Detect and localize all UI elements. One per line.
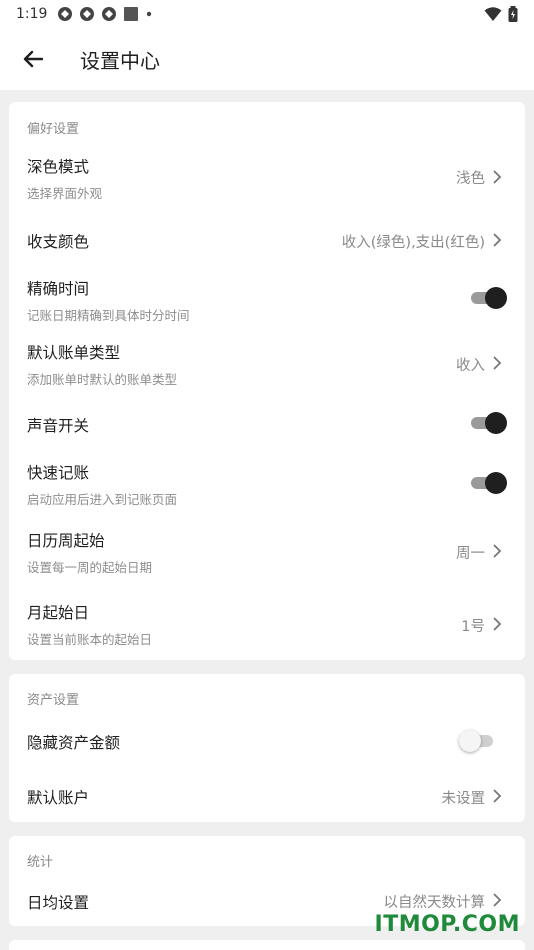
chevron-right-icon <box>493 544 502 558</box>
back-button[interactable] <box>18 44 48 74</box>
chevron-right-icon <box>493 170 502 184</box>
app-notification-icon <box>80 7 95 21</box>
setting-subtitle: 设置当前账本的起始日 <box>27 632 153 647</box>
setting-hide-asset-amount[interactable]: 隐藏资产金额 <box>9 714 525 766</box>
status-bar: 1:19 <box>0 0 534 28</box>
app-notification-icon <box>102 7 117 21</box>
setting-label: 精确时间 <box>27 280 90 298</box>
hide-asset-amount-toggle[interactable] <box>459 729 497 753</box>
setting-default-account[interactable]: 默认账户 未设置 <box>9 770 525 822</box>
setting-value: 收入 <box>456 358 485 374</box>
setting-label: 默认账户 <box>27 789 90 807</box>
setting-value: 未设置 <box>441 791 486 807</box>
section-title-assets: 资产设置 <box>27 693 80 708</box>
setting-label: 快速记账 <box>27 464 90 482</box>
setting-default-bill-type[interactable]: 默认账单类型 添加账单时默认的账单类型 收入 <box>9 330 525 394</box>
chevron-right-icon <box>493 789 502 803</box>
setting-sound[interactable]: 声音开关 <box>9 396 525 448</box>
setting-subtitle: 选择界面外观 <box>27 186 103 201</box>
setting-quick-bookkeeping[interactable]: 快速记账 启动应用后进入到记账页面 <box>9 450 525 514</box>
arrow-left-icon <box>23 50 43 68</box>
setting-label: 日均设置 <box>27 894 90 912</box>
setting-label: 日历周起始 <box>27 532 105 550</box>
setting-value: 收入(绿色),支出(红色) <box>341 235 485 251</box>
setting-label: 默认账单类型 <box>27 344 121 362</box>
section-title-stats: 统计 <box>27 855 54 870</box>
chevron-right-icon <box>493 233 502 247</box>
precise-time-toggle[interactable] <box>469 286 507 310</box>
setting-subtitle: 启动应用后进入到记账页面 <box>27 492 178 507</box>
chevron-right-icon <box>493 356 502 370</box>
setting-subtitle: 设置每一周的起始日期 <box>27 560 153 575</box>
setting-label: 声音开关 <box>27 417 90 435</box>
status-time: 1:19 <box>16 6 48 22</box>
page-title: 设置中心 <box>80 48 160 73</box>
setting-value: 周一 <box>456 546 485 562</box>
notification-icons <box>57 6 153 22</box>
setting-value: 1号 <box>461 619 485 635</box>
wifi-icon <box>484 7 502 21</box>
chevron-right-icon <box>493 617 502 631</box>
chevron-right-icon <box>493 893 502 907</box>
watermark: ITMOP.COM <box>374 912 520 937</box>
setting-label: 收支颜色 <box>27 233 90 251</box>
app-bar: 设置中心 <box>0 28 534 90</box>
battery-icon <box>508 6 518 22</box>
square-notification-icon <box>124 7 139 21</box>
setting-dark-mode[interactable]: 深色模式 选择界面外观 浅色 <box>9 142 525 206</box>
sound-toggle[interactable] <box>469 411 507 435</box>
setting-week-start[interactable]: 日历周起始 设置每一周的起始日期 周一 <box>9 518 525 582</box>
more-dot-icon <box>147 11 152 17</box>
preferences-card: 偏好设置 深色模式 选择界面外观 浅色 收支颜色 收入(绿色),支出(红色) 精… <box>9 102 525 660</box>
setting-subtitle: 记账日期精确到具体时分时间 <box>27 308 190 323</box>
setting-subtitle: 添加账单时默认的账单类型 <box>27 372 178 387</box>
section-title-preferences: 偏好设置 <box>27 122 80 137</box>
setting-label: 月起始日 <box>27 604 90 622</box>
setting-value: 以自然天数计算 <box>383 895 486 911</box>
setting-month-start[interactable]: 月起始日 设置当前账本的起始日 1号 <box>9 590 525 654</box>
setting-label: 隐藏资产金额 <box>27 734 121 752</box>
setting-value: 浅色 <box>456 171 485 187</box>
setting-precise-time[interactable]: 精确时间 记账日期精确到具体时分时间 <box>9 266 525 330</box>
assets-card: 资产设置 隐藏资产金额 默认账户 未设置 <box>9 674 525 822</box>
next-card-partial <box>9 940 525 950</box>
setting-label: 深色模式 <box>27 158 90 176</box>
setting-income-expense-color[interactable]: 收支颜色 收入(绿色),支出(红色) <box>9 214 525 266</box>
quick-bookkeeping-toggle[interactable] <box>469 471 507 495</box>
app-notification-icon <box>58 7 73 21</box>
